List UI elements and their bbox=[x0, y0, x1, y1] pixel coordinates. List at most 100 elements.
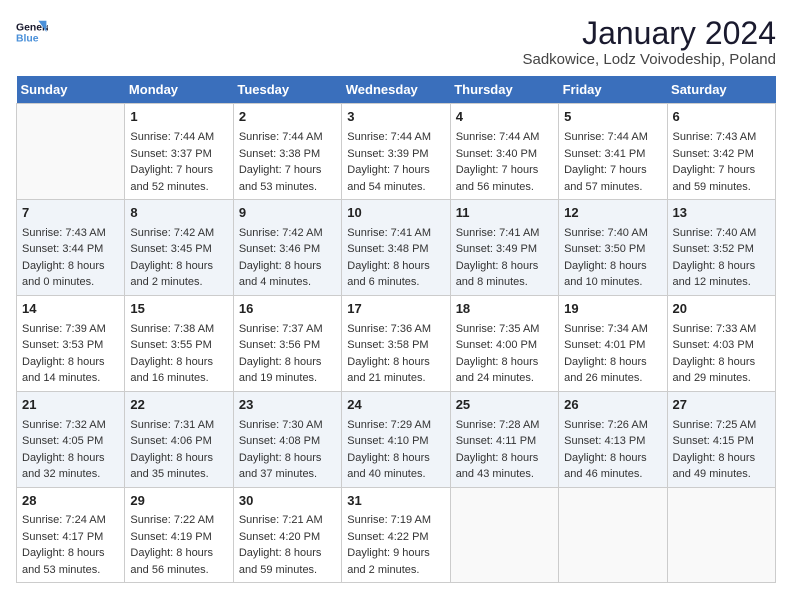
cell-day-number: 22 bbox=[130, 396, 227, 415]
calendar-cell: 25 Sunrise: 7:28 AMSunset: 4:11 PMDayligh… bbox=[450, 391, 558, 487]
cell-info: Sunrise: 7:24 AMSunset: 4:17 PMDaylight:… bbox=[22, 512, 119, 578]
cell-info: Sunrise: 7:40 AMSunset: 3:52 PMDaylight:… bbox=[673, 225, 770, 291]
calendar-cell bbox=[559, 487, 667, 583]
cell-day-number: 1 bbox=[130, 108, 227, 127]
cell-info: Sunrise: 7:42 AMSunset: 3:45 PMDaylight:… bbox=[130, 225, 227, 291]
cell-day-number: 13 bbox=[673, 204, 770, 223]
calendar-cell: 7Sunrise: 7:43 AMSunset: 3:44 PMDaylight… bbox=[17, 200, 125, 296]
calendar-cell: 15 Sunrise: 7:38 AMSunset: 3:55 PMDayligh… bbox=[125, 295, 233, 391]
cell-day-number: 9 bbox=[239, 204, 336, 223]
calendar-cell: 9 Sunrise: 7:42 AMSunset: 3:46 PMDaylight… bbox=[233, 200, 341, 296]
cell-info: Sunrise: 7:33 AMSunset: 4:03 PMDaylight:… bbox=[673, 321, 770, 387]
cell-day-number: 18 bbox=[456, 300, 553, 319]
cell-day-number: 11 bbox=[456, 204, 553, 223]
calendar-cell bbox=[667, 487, 775, 583]
cell-day-number: 28 bbox=[22, 492, 119, 511]
cell-info: Sunrise: 7:44 AMSunset: 3:41 PMDaylight:… bbox=[564, 129, 661, 195]
calendar-week-row: 14Sunrise: 7:39 AMSunset: 3:53 PMDayligh… bbox=[17, 295, 776, 391]
calendar-cell: 31Sunrise: 7:19 AMSunset: 4:22 PMDayligh… bbox=[342, 487, 450, 583]
logo-icon: General Blue bbox=[16, 16, 48, 48]
title-block: January 2024 Sadkowice, Lodz Voivodeship… bbox=[522, 16, 776, 68]
cell-day-number: 26 bbox=[564, 396, 661, 415]
cell-info: Sunrise: 7:28 AMSunset: 4:11 PMDaylight:… bbox=[456, 417, 553, 483]
page-header: General Blue January 2024 Sadkowice, Lod… bbox=[16, 16, 776, 68]
calendar-cell: 17 Sunrise: 7:36 AMSunset: 3:58 PMDayligh… bbox=[342, 295, 450, 391]
header-friday: Friday bbox=[559, 76, 667, 104]
cell-info: Sunrise: 7:26 AMSunset: 4:13 PMDaylight:… bbox=[564, 417, 661, 483]
calendar-cell: 1 Sunrise: 7:44 AMSunset: 3:37 PMDaylight… bbox=[125, 104, 233, 200]
calendar-cell bbox=[450, 487, 558, 583]
calendar-cell: 26 Sunrise: 7:26 AMSunset: 4:13 PMDayligh… bbox=[559, 391, 667, 487]
calendar-cell: 29Sunrise: 7:22 AMSunset: 4:19 PMDayligh… bbox=[125, 487, 233, 583]
calendar-cell: 5Sunrise: 7:44 AMSunset: 3:41 PMDaylight… bbox=[559, 104, 667, 200]
cell-info: Sunrise: 7:25 AMSunset: 4:15 PMDaylight:… bbox=[673, 417, 770, 483]
header-thursday: Thursday bbox=[450, 76, 558, 104]
header-tuesday: Tuesday bbox=[233, 76, 341, 104]
cell-info: Sunrise: 7:29 AMSunset: 4:10 PMDaylight:… bbox=[347, 417, 444, 483]
cell-day-number: 6 bbox=[673, 108, 770, 127]
cell-info: Sunrise: 7:44 AMSunset: 3:40 PMDaylight:… bbox=[456, 129, 553, 195]
cell-day-number: 17 bbox=[347, 300, 444, 319]
calendar-cell: 21Sunrise: 7:32 AMSunset: 4:05 PMDayligh… bbox=[17, 391, 125, 487]
cell-day-number: 15 bbox=[130, 300, 227, 319]
calendar-cell: 2 Sunrise: 7:44 AMSunset: 3:38 PMDaylight… bbox=[233, 104, 341, 200]
svg-text:Blue: Blue bbox=[16, 34, 39, 45]
cell-info: Sunrise: 7:44 AMSunset: 3:38 PMDaylight:… bbox=[239, 129, 336, 195]
calendar-cell: 3 Sunrise: 7:44 AMSunset: 3:39 PMDaylight… bbox=[342, 104, 450, 200]
cell-info: Sunrise: 7:44 AMSunset: 3:39 PMDaylight:… bbox=[347, 129, 444, 195]
cell-day-number: 12 bbox=[564, 204, 661, 223]
cell-info: Sunrise: 7:36 AMSunset: 3:58 PMDaylight:… bbox=[347, 321, 444, 387]
cell-day-number: 27 bbox=[673, 396, 770, 415]
cell-day-number: 29 bbox=[130, 492, 227, 511]
cell-info: Sunrise: 7:22 AMSunset: 4:19 PMDaylight:… bbox=[130, 512, 227, 578]
calendar-week-row: 21Sunrise: 7:32 AMSunset: 4:05 PMDayligh… bbox=[17, 391, 776, 487]
cell-info: Sunrise: 7:35 AMSunset: 4:00 PMDaylight:… bbox=[456, 321, 553, 387]
calendar-week-row: 28Sunrise: 7:24 AMSunset: 4:17 PMDayligh… bbox=[17, 487, 776, 583]
cell-day-number: 31 bbox=[347, 492, 444, 511]
header-sunday: Sunday bbox=[17, 76, 125, 104]
calendar-cell: 4 Sunrise: 7:44 AMSunset: 3:40 PMDaylight… bbox=[450, 104, 558, 200]
calendar-cell: 27 Sunrise: 7:25 AMSunset: 4:15 PMDayligh… bbox=[667, 391, 775, 487]
calendar-cell: 16Sunrise: 7:37 AMSunset: 3:56 PMDayligh… bbox=[233, 295, 341, 391]
calendar-cell: 8 Sunrise: 7:42 AMSunset: 3:45 PMDaylight… bbox=[125, 200, 233, 296]
calendar-cell: 30Sunrise: 7:21 AMSunset: 4:20 PMDayligh… bbox=[233, 487, 341, 583]
cell-info: Sunrise: 7:38 AMSunset: 3:55 PMDaylight:… bbox=[130, 321, 227, 387]
cell-info: Sunrise: 7:21 AMSunset: 4:20 PMDaylight:… bbox=[239, 512, 336, 578]
calendar-cell: 22 Sunrise: 7:31 AMSunset: 4:06 PMDayligh… bbox=[125, 391, 233, 487]
cell-day-number: 20 bbox=[673, 300, 770, 319]
cell-day-number: 21 bbox=[22, 396, 119, 415]
cell-day-number: 4 bbox=[456, 108, 553, 127]
cell-info: Sunrise: 7:43 AMSunset: 3:42 PMDaylight:… bbox=[673, 129, 770, 195]
cell-day-number: 24 bbox=[347, 396, 444, 415]
cell-day-number: 3 bbox=[347, 108, 444, 127]
cell-info: Sunrise: 7:44 AMSunset: 3:37 PMDaylight:… bbox=[130, 129, 227, 195]
calendar-cell: 6 Sunrise: 7:43 AMSunset: 3:42 PMDaylight… bbox=[667, 104, 775, 200]
cell-info: Sunrise: 7:43 AMSunset: 3:44 PMDaylight:… bbox=[22, 225, 119, 291]
cell-day-number: 8 bbox=[130, 204, 227, 223]
calendar-week-row: 1 Sunrise: 7:44 AMSunset: 3:37 PMDaylight… bbox=[17, 104, 776, 200]
calendar-table: SundayMondayTuesdayWednesdayThursdayFrid… bbox=[16, 76, 776, 583]
calendar-week-row: 7Sunrise: 7:43 AMSunset: 3:44 PMDaylight… bbox=[17, 200, 776, 296]
cell-info: Sunrise: 7:30 AMSunset: 4:08 PMDaylight:… bbox=[239, 417, 336, 483]
cell-info: Sunrise: 7:37 AMSunset: 3:56 PMDaylight:… bbox=[239, 321, 336, 387]
cell-day-number: 23 bbox=[239, 396, 336, 415]
header-monday: Monday bbox=[125, 76, 233, 104]
header-saturday: Saturday bbox=[667, 76, 775, 104]
cell-info: Sunrise: 7:19 AMSunset: 4:22 PMDaylight:… bbox=[347, 512, 444, 578]
cell-info: Sunrise: 7:31 AMSunset: 4:06 PMDaylight:… bbox=[130, 417, 227, 483]
cell-day-number: 25 bbox=[456, 396, 553, 415]
cell-info: Sunrise: 7:41 AMSunset: 3:49 PMDaylight:… bbox=[456, 225, 553, 291]
calendar-cell: 11 Sunrise: 7:41 AMSunset: 3:49 PMDayligh… bbox=[450, 200, 558, 296]
calendar-cell: 19Sunrise: 7:34 AMSunset: 4:01 PMDayligh… bbox=[559, 295, 667, 391]
logo: General Blue bbox=[16, 16, 48, 48]
calendar-cell: 14Sunrise: 7:39 AMSunset: 3:53 PMDayligh… bbox=[17, 295, 125, 391]
cell-info: Sunrise: 7:42 AMSunset: 3:46 PMDaylight:… bbox=[239, 225, 336, 291]
cell-day-number: 14 bbox=[22, 300, 119, 319]
cell-day-number: 2 bbox=[239, 108, 336, 127]
cell-day-number: 19 bbox=[564, 300, 661, 319]
cell-day-number: 10 bbox=[347, 204, 444, 223]
header-wednesday: Wednesday bbox=[342, 76, 450, 104]
calendar-cell bbox=[17, 104, 125, 200]
cell-info: Sunrise: 7:41 AMSunset: 3:48 PMDaylight:… bbox=[347, 225, 444, 291]
page-subtitle: Sadkowice, Lodz Voivodeship, Poland bbox=[522, 51, 776, 68]
